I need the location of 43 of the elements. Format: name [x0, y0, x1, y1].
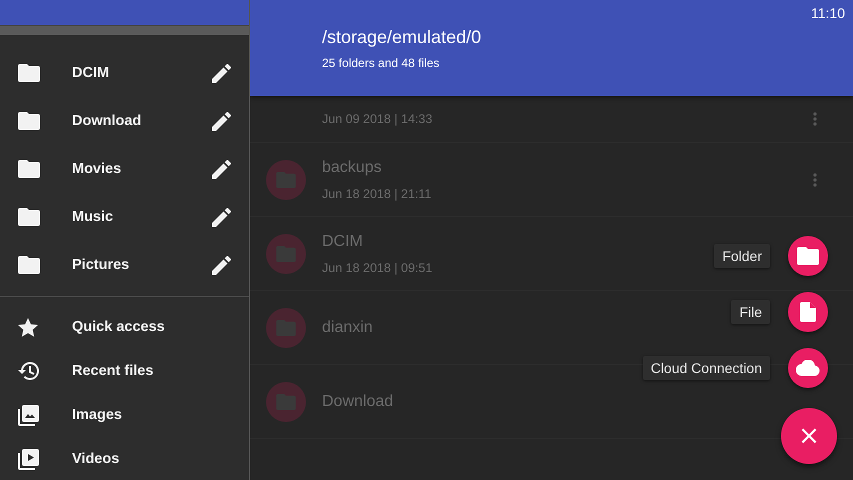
- file-date: Jun 09 2018 | 14:33: [322, 112, 434, 126]
- folder-icon: [266, 308, 306, 348]
- drawer-item[interactable]: Images: [0, 393, 249, 437]
- history-icon: [18, 361, 40, 381]
- file-icon: [800, 302, 816, 322]
- drawer-item[interactable]: Music: [0, 193, 249, 241]
- folder-icon: [266, 382, 306, 422]
- folder-icon: [18, 160, 40, 178]
- edit-icon[interactable]: [212, 160, 231, 178]
- edit-icon[interactable]: [212, 64, 231, 82]
- folder-icon: [266, 234, 306, 274]
- video-icon: [18, 448, 39, 470]
- folder-summary: 25 folders and 48 files: [322, 56, 440, 70]
- drawer-item[interactable]: DCIM: [0, 49, 249, 97]
- drawer-item[interactable]: Videos: [0, 437, 249, 480]
- file-name: dianxin: [322, 318, 374, 336]
- edit-icon[interactable]: [212, 256, 231, 274]
- folder-icon: [266, 160, 306, 200]
- edit-icon[interactable]: [212, 112, 231, 130]
- file-name: Download: [322, 392, 394, 410]
- drawer-item[interactable]: Download: [0, 97, 249, 145]
- folder-icon: [18, 208, 40, 226]
- folder-icon: [18, 64, 40, 82]
- drawer-item[interactable]: Movies: [0, 145, 249, 193]
- file-date: Jun 18 2018 | 21:11: [322, 186, 432, 200]
- cloud-icon: [796, 360, 820, 376]
- star-icon: [18, 318, 38, 336]
- images-icon: [18, 404, 39, 426]
- folder-icon: [797, 247, 819, 265]
- edit-icon[interactable]: [212, 208, 231, 226]
- fab-label: Folder: [714, 244, 770, 268]
- file-name: DCIM: [322, 232, 364, 250]
- folder-icon: [18, 112, 40, 130]
- file-name: backups: [322, 158, 383, 176]
- clock-time: 11:10: [811, 5, 845, 21]
- folder-icon: [18, 256, 40, 274]
- folder-path: /storage/emulated/0: [322, 26, 482, 48]
- drawer-item[interactable]: Pictures: [0, 241, 249, 289]
- fab-label: Cloud Connection: [642, 356, 770, 380]
- file-date: Jun 18 2018 | 09:51: [322, 260, 434, 274]
- drawer-item[interactable]: Quick access: [0, 305, 249, 349]
- drawer-item[interactable]: Recent files: [0, 349, 249, 393]
- fab-label: File: [731, 300, 770, 324]
